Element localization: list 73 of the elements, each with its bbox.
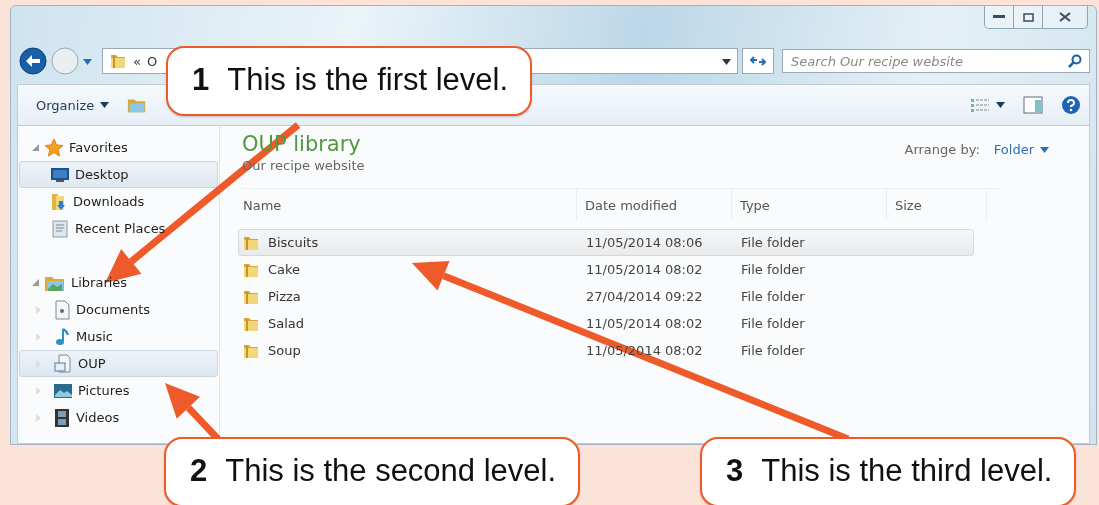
- nav-item[interactable]: OUP: [19, 350, 218, 377]
- nav-item[interactable]: Recent Places: [19, 215, 218, 242]
- nav-group[interactable]: Libraries: [19, 269, 218, 296]
- view-menu[interactable]: [970, 98, 1005, 112]
- address-caret-icon: [722, 59, 731, 65]
- details-view-icon: [970, 98, 990, 112]
- type-cell-text: File folder: [740, 235, 806, 250]
- column-header[interactable]: Size: [887, 189, 987, 221]
- document-icon: [53, 299, 71, 320]
- file-name: Pizza: [268, 289, 301, 304]
- refresh-button[interactable]: [742, 48, 774, 74]
- monitor-icon: [50, 166, 70, 183]
- search-icon: [1068, 54, 1082, 68]
- address-chevron: «: [133, 53, 141, 69]
- date-cell-text: 27/04/2014 09:22: [585, 289, 704, 304]
- recent-places-icon: [50, 218, 70, 239]
- file-name: Salad: [268, 316, 305, 331]
- file-row[interactable]: Biscuits 11/05/2014 08:06 File folder: [238, 229, 974, 256]
- date-cell-text: 11/05/2014 08:02: [585, 262, 704, 277]
- close-icon: [1059, 12, 1071, 22]
- callout-number: 1: [192, 62, 210, 98]
- music-note-icon: [53, 326, 71, 347]
- callout-number: 3: [726, 453, 744, 489]
- callout-text: This is the second level.: [225, 453, 557, 489]
- column-header[interactable]: Type: [732, 189, 887, 221]
- organize-menu[interactable]: Organize: [36, 97, 110, 113]
- close-button[interactable]: [1043, 6, 1087, 28]
- type-cell-text: File folder: [740, 289, 806, 304]
- file-name: Biscuits: [268, 235, 319, 250]
- star-icon: [44, 137, 64, 158]
- nav-item[interactable]: Music: [19, 323, 218, 350]
- back-button[interactable]: [19, 47, 47, 75]
- column-header[interactable]: Name: [242, 189, 577, 221]
- file-name: Soup: [268, 343, 301, 358]
- column-header[interactable]: Date modified: [577, 189, 732, 221]
- file-row[interactable]: Pizza 27/04/2014 09:22 File folder: [238, 283, 974, 310]
- help-icon[interactable]: [1061, 95, 1081, 115]
- nav-item[interactable]: Documents: [19, 296, 218, 323]
- preview-pane-icon[interactable]: [1023, 96, 1043, 114]
- pictures-icon: [53, 382, 73, 399]
- date-cell-text: 11/05/2014 08:06: [585, 235, 704, 250]
- callout-text: This is the first level.: [227, 62, 509, 98]
- callout-text: This is the third level.: [761, 453, 1053, 489]
- address-text: O: [146, 53, 158, 69]
- library-icon: [53, 353, 73, 374]
- type-cell-text: File folder: [740, 343, 806, 358]
- callout-number: 2: [190, 453, 208, 489]
- maximize-icon: [1022, 12, 1034, 22]
- nav-item[interactable]: Desktop: [19, 161, 218, 188]
- date-cell-text: 11/05/2014 08:02: [585, 316, 704, 331]
- minimize-icon: [993, 15, 1005, 19]
- file-row[interactable]: Cake 11/05/2014 08:02 File folder: [238, 256, 974, 283]
- downloads-folder-icon: [50, 191, 68, 212]
- maximize-button[interactable]: [1014, 6, 1043, 28]
- nav-item[interactable]: Pictures: [19, 377, 218, 404]
- address-folder-icon: [109, 52, 127, 70]
- caret-icon: [996, 102, 1005, 108]
- search-field[interactable]: Search Our recipe website: [782, 49, 1090, 73]
- minimize-button[interactable]: [985, 6, 1014, 28]
- file-name: Cake: [268, 262, 301, 277]
- history-caret-icon: [83, 59, 92, 65]
- arrange-label: Arrange by:: [904, 142, 980, 157]
- type-cell-text: File folder: [740, 262, 806, 277]
- caret-icon: [100, 102, 110, 108]
- refresh-icon: [750, 55, 766, 67]
- nav-item[interactable]: Downloads: [19, 188, 218, 215]
- nav-group[interactable]: Favorites: [19, 134, 218, 161]
- nav-item[interactable]: Videos: [19, 404, 218, 431]
- file-row[interactable]: Salad 11/05/2014 08:02 File folder: [238, 310, 974, 337]
- arrange-dropdown[interactable]: Folder: [993, 142, 1049, 157]
- film-icon: [53, 407, 71, 428]
- type-cell-text: File folder: [740, 316, 806, 331]
- caret-icon: [1040, 146, 1049, 153]
